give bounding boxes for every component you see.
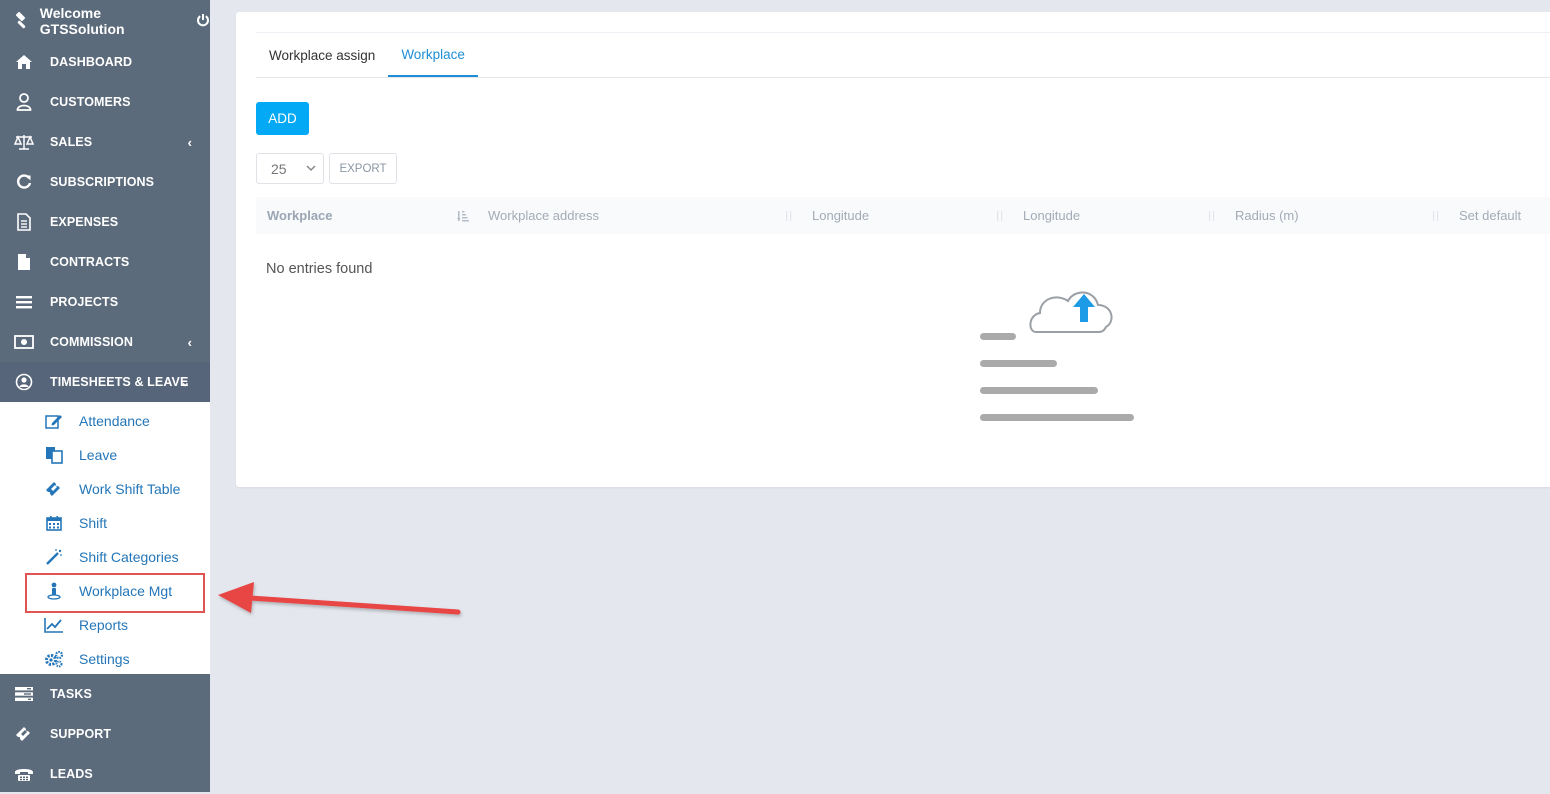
cogs-icon: [44, 650, 64, 668]
annotation-arrow: [210, 570, 470, 635]
sidebar-item-label: CUSTOMERS: [50, 95, 131, 109]
sidebar-header: Welcome GTSSolution: [0, 0, 210, 42]
user-circle-icon: [14, 372, 34, 392]
sidebar-item-label: COMMISSION: [50, 335, 133, 349]
edit-icon: [44, 412, 64, 430]
bars-icon: [14, 292, 34, 312]
gavel-icon: [12, 12, 32, 30]
chevron-down-icon: [305, 161, 317, 178]
column-header-label: Longitude: [1023, 208, 1081, 223]
empty-table-message: No entries found: [266, 261, 373, 277]
sort-icon: [457, 210, 469, 225]
submenu-item-work-shift-table[interactable]: Work Shift Table: [0, 472, 210, 506]
tab-workplace-assign[interactable]: Workplace assign: [256, 33, 388, 77]
copy-icon: [44, 446, 64, 464]
sidebar-item-expenses[interactable]: EXPENSES: [0, 202, 210, 242]
tab-workplace[interactable]: Workplace: [388, 33, 478, 77]
submenu-item-shift[interactable]: Shift: [0, 506, 210, 540]
file-text-icon: [14, 212, 34, 232]
sidebar-item-label: LEADS: [50, 767, 93, 781]
column-header-label: Set default: [1459, 208, 1522, 223]
submenu-item-label: Workplace Mgt: [79, 583, 173, 599]
line-chart-icon: [44, 616, 64, 634]
column-header-radius[interactable]: Radius (m): [1224, 197, 1448, 234]
welcome-title: Welcome GTSSolution: [39, 5, 125, 37]
column-header-workplace-address[interactable]: Workplace address: [477, 197, 801, 234]
sort-icon: [1432, 210, 1440, 225]
sidebar: Welcome GTSSolution DASHBOARD CUSTOMERS …: [0, 0, 210, 792]
column-header-label: Longitude: [812, 208, 870, 223]
column-header-label: Workplace address: [488, 208, 600, 223]
balance-scale-icon: [14, 132, 34, 152]
ticket-icon: [44, 480, 64, 498]
sidebar-item-label: SUBSCRIPTIONS: [50, 175, 155, 189]
main-panel: Workplace assign Workplace ADD 25 EXPORT…: [236, 12, 1550, 487]
column-header-label: Workplace: [267, 208, 333, 223]
sidebar-item-commission[interactable]: COMMISSION ‹: [0, 322, 210, 362]
sidebar-item-support[interactable]: SUPPORT: [0, 714, 210, 754]
sidebar-item-leads[interactable]: LEADS: [0, 754, 210, 794]
submenu-timesheets: Attendance Leave Work Shift Table Shift …: [0, 402, 210, 674]
page-length-select[interactable]: 25: [256, 153, 324, 184]
submenu-item-label: Shift Categories: [79, 549, 179, 565]
tab-bar: Workplace assign Workplace: [256, 32, 1550, 78]
sidebar-item-timesheets-leave[interactable]: TIMESHEETS & LEAVE ⌄: [0, 362, 210, 402]
power-icon[interactable]: [196, 13, 210, 30]
submenu-item-leave[interactable]: Leave: [0, 438, 210, 472]
submenu-item-label: Attendance: [79, 413, 150, 429]
submenu-item-label: Leave: [79, 447, 118, 463]
sidebar-item-label: SUPPORT: [50, 727, 112, 741]
column-header-longitude[interactable]: Longitude: [801, 197, 1012, 234]
sidebar-item-label: TASKS: [50, 687, 92, 701]
magic-wand-icon: [44, 548, 64, 566]
map-pin-person-icon: [44, 582, 64, 600]
sort-icon: [1208, 210, 1216, 225]
sidebar-item-sales[interactable]: SALES ‹: [0, 122, 210, 162]
submenu-item-shift-categories[interactable]: Shift Categories: [0, 540, 210, 574]
sidebar-item-label: CONTRACTS: [50, 255, 130, 269]
submenu-item-reports[interactable]: Reports: [0, 608, 210, 642]
sidebar-item-label: EXPENSES: [50, 215, 119, 229]
user-icon: [14, 92, 34, 112]
column-header-label: Radius (m): [1235, 208, 1299, 223]
page-length-value: 25: [271, 160, 287, 177]
home-icon: [14, 52, 34, 72]
sidebar-item-label: PROJECTS: [50, 295, 119, 309]
cloud-upload-illustration: [976, 269, 1146, 434]
column-header-workplace[interactable]: Workplace: [256, 197, 477, 234]
chevron-left-icon: ‹: [187, 134, 192, 150]
submenu-item-label: Settings: [79, 651, 130, 667]
submenu-item-label: Work Shift Table: [79, 481, 181, 497]
sidebar-item-subscriptions[interactable]: SUBSCRIPTIONS: [0, 162, 210, 202]
tasks-icon: [14, 684, 34, 704]
submenu-item-label: Shift: [79, 515, 108, 531]
sidebar-item-label: SALES: [50, 135, 93, 149]
sidebar-item-label: DASHBOARD: [50, 55, 133, 69]
submenu-item-settings[interactable]: Settings: [0, 642, 210, 676]
add-button[interactable]: ADD: [256, 102, 309, 135]
column-header-longitude-2[interactable]: Longitude: [1012, 197, 1224, 234]
sidebar-item-customers[interactable]: CUSTOMERS: [0, 82, 210, 122]
table-header: Workplace Workplace address Longitude Lo…: [256, 197, 1550, 234]
ticket-icon: [14, 724, 34, 744]
calendar-icon: [44, 514, 64, 532]
sidebar-item-projects[interactable]: PROJECTS: [0, 282, 210, 322]
sidebar-item-label: TIMESHEETS & LEAVE: [50, 375, 189, 389]
sidebar-item-dashboard[interactable]: DASHBOARD: [0, 42, 210, 82]
refresh-icon: [14, 172, 34, 192]
sort-icon: [785, 210, 793, 225]
column-header-set-default[interactable]: Set default: [1448, 197, 1550, 234]
sort-icon: [996, 210, 1004, 225]
export-button[interactable]: EXPORT: [329, 153, 397, 184]
chevron-left-icon: ‹: [187, 334, 192, 350]
submenu-item-attendance[interactable]: Attendance: [0, 404, 210, 438]
sidebar-item-contracts[interactable]: CONTRACTS: [0, 242, 210, 282]
file-icon: [14, 252, 34, 272]
sidebar-item-tasks[interactable]: TASKS: [0, 674, 210, 714]
money-icon: [14, 332, 34, 352]
phone-icon: [14, 764, 34, 784]
submenu-item-workplace-mgt[interactable]: Workplace Mgt: [0, 574, 210, 608]
submenu-item-label: Reports: [79, 617, 129, 633]
chevron-down-icon: ⌄: [180, 376, 190, 389]
